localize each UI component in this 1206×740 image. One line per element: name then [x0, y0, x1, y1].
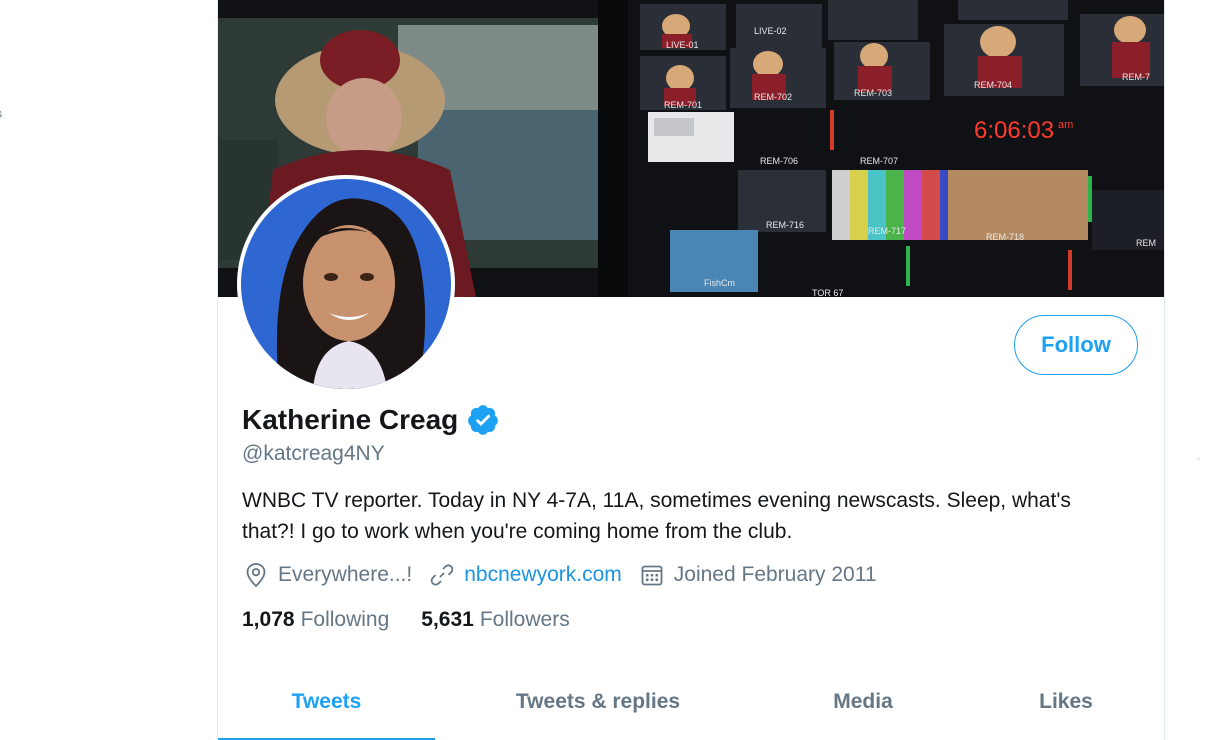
link-icon	[430, 564, 454, 586]
location-item: Everywhere...!	[244, 562, 412, 588]
left-gutter-edge: ˢ	[0, 106, 2, 127]
monitor-label: REM-703	[854, 88, 892, 98]
monitor-label: REM-7	[1122, 72, 1150, 82]
profile-handle: @katcreag4NY	[242, 442, 385, 465]
monitor-label: LIVE-01	[666, 40, 699, 50]
avatar[interactable]	[237, 175, 455, 393]
profile-stats: 1,078 Following 5,631 Followers	[242, 608, 602, 632]
display-name: Katherine Creag	[242, 404, 459, 435]
followers-label: Followers	[479, 608, 570, 631]
monitor-label: REM-717	[868, 226, 906, 236]
followers-link[interactable]: 5,631 Followers	[421, 608, 569, 632]
website-item: nbcnewyork.com	[430, 563, 622, 587]
profile-bio: WNBC TV reporter. Today in NY 4-7A, 11A,…	[242, 489, 1071, 543]
tab-tweets-and-replies[interactable]: Tweets & replies	[478, 668, 718, 736]
tab-likes[interactable]: Likes	[994, 668, 1138, 736]
profile-tabs: Tweets Tweets & replies Media Likes	[218, 668, 1164, 740]
joined-text: Joined February 2011	[673, 563, 877, 586]
followers-count: 5,631	[421, 608, 474, 631]
monitor-label: REM-716	[766, 220, 804, 230]
location-pin-icon	[246, 563, 266, 588]
monitor-label: LIVE-02	[754, 26, 787, 36]
tab-tweets[interactable]: Tweets	[218, 668, 435, 736]
monitor-label: REM	[1136, 238, 1156, 248]
calendar-icon	[641, 565, 663, 586]
monitor-label: REM-701	[664, 100, 702, 110]
following-count: 1,078	[242, 608, 295, 631]
location-text: Everywhere...!	[278, 563, 413, 586]
right-gutter-edge: ·	[1196, 450, 1202, 467]
joined-item: Joined February 2011	[640, 563, 877, 587]
profile-column: 6:06:03 am LIVE-01 LIVE-02 REM-701 REM-7…	[217, 0, 1165, 740]
monitor-label: TOR 67	[812, 288, 843, 297]
monitor-label: REM-706	[760, 156, 798, 166]
avatar-image	[241, 179, 451, 389]
monitor-label: FishCm	[704, 278, 735, 288]
monitor-label: REM-704	[974, 80, 1012, 90]
follow-button[interactable]: Follow	[1014, 315, 1138, 375]
monitor-label: REM-705	[666, 154, 704, 164]
banner-clock: 6:06:03	[974, 117, 1054, 144]
profile-name-row: Katherine Creag	[242, 403, 500, 437]
following-link[interactable]: 1,078 Following	[242, 608, 389, 632]
profile-meta: Everywhere...! nbcnewyork.com Joined Feb…	[244, 562, 895, 588]
monitor-label: REM-702	[754, 92, 792, 102]
monitor-label: REM-707	[860, 156, 898, 166]
banner-clock-suffix: am	[1058, 119, 1073, 131]
verified-badge-icon	[466, 403, 500, 437]
website-link[interactable]: nbcnewyork.com	[464, 563, 622, 587]
tab-media[interactable]: Media	[778, 668, 948, 736]
following-label: Following	[300, 608, 390, 631]
monitor-label: REM-718	[986, 232, 1024, 242]
